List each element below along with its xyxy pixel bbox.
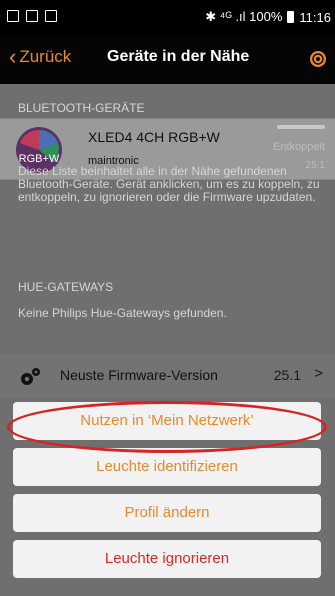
bluetooth-info-text: Diese Liste beinhaltet alle in der Nähe … xyxy=(18,164,320,204)
firmware-label: Neuste Firmware-Version xyxy=(60,367,218,383)
bridge-icon[interactable] xyxy=(309,50,327,68)
firmware-value: 25.1 xyxy=(273,367,301,383)
back-label: Zurück xyxy=(19,47,72,66)
page-title: Geräte in der Nähe xyxy=(107,48,250,65)
chevron-left-icon: ‹ xyxy=(9,44,17,69)
image-icon xyxy=(7,10,19,22)
connection-indicator xyxy=(277,125,325,129)
change-profile-button[interactable]: Profil ändern xyxy=(13,494,321,532)
chevron-right-icon: > xyxy=(314,365,323,382)
gears-icon xyxy=(21,368,40,385)
checkbox-icon xyxy=(26,10,38,22)
hue-empty-message: Keine Philips Hue-Gateways gefunden. xyxy=(18,306,227,320)
device-list-sheet: BLUETOOTH-GERÄTE RGB+W XLED4 4CH RGB+W m… xyxy=(0,84,335,596)
navigation-bar: ‹ Zurück Geräte in der Nähe xyxy=(0,36,335,84)
calendar-icon xyxy=(45,10,57,22)
status-left-icons xyxy=(7,10,57,22)
hue-section-title: HUE-GATEWAYS xyxy=(18,280,114,294)
status-time: 11:16 xyxy=(299,9,331,25)
device-name: XLED4 4CH RGB+W xyxy=(88,129,220,145)
device-status: Entkoppelt xyxy=(273,141,325,153)
ignore-light-button[interactable]: Leuchte ignorieren xyxy=(13,540,321,578)
firmware-row[interactable]: Neuste Firmware-Version 25.1 > xyxy=(0,354,335,398)
status-bar: ✱ ⁴ᴳ .ıl 100% 11:16 xyxy=(0,0,335,36)
status-right: ✱ ⁴ᴳ .ıl 100% 11:16 xyxy=(205,9,331,25)
status-indicators: ✱ ⁴ᴳ .ıl 100% xyxy=(205,9,283,24)
bluetooth-section-title: BLUETOOTH-GERÄTE xyxy=(18,101,145,115)
use-in-network-button[interactable]: Nutzen in ‘Mein Netzwerk’ xyxy=(13,402,321,440)
back-button[interactable]: ‹ Zurück xyxy=(9,44,72,69)
battery-icon xyxy=(287,11,295,23)
identify-light-button[interactable]: Leuchte identifizieren xyxy=(13,448,321,486)
